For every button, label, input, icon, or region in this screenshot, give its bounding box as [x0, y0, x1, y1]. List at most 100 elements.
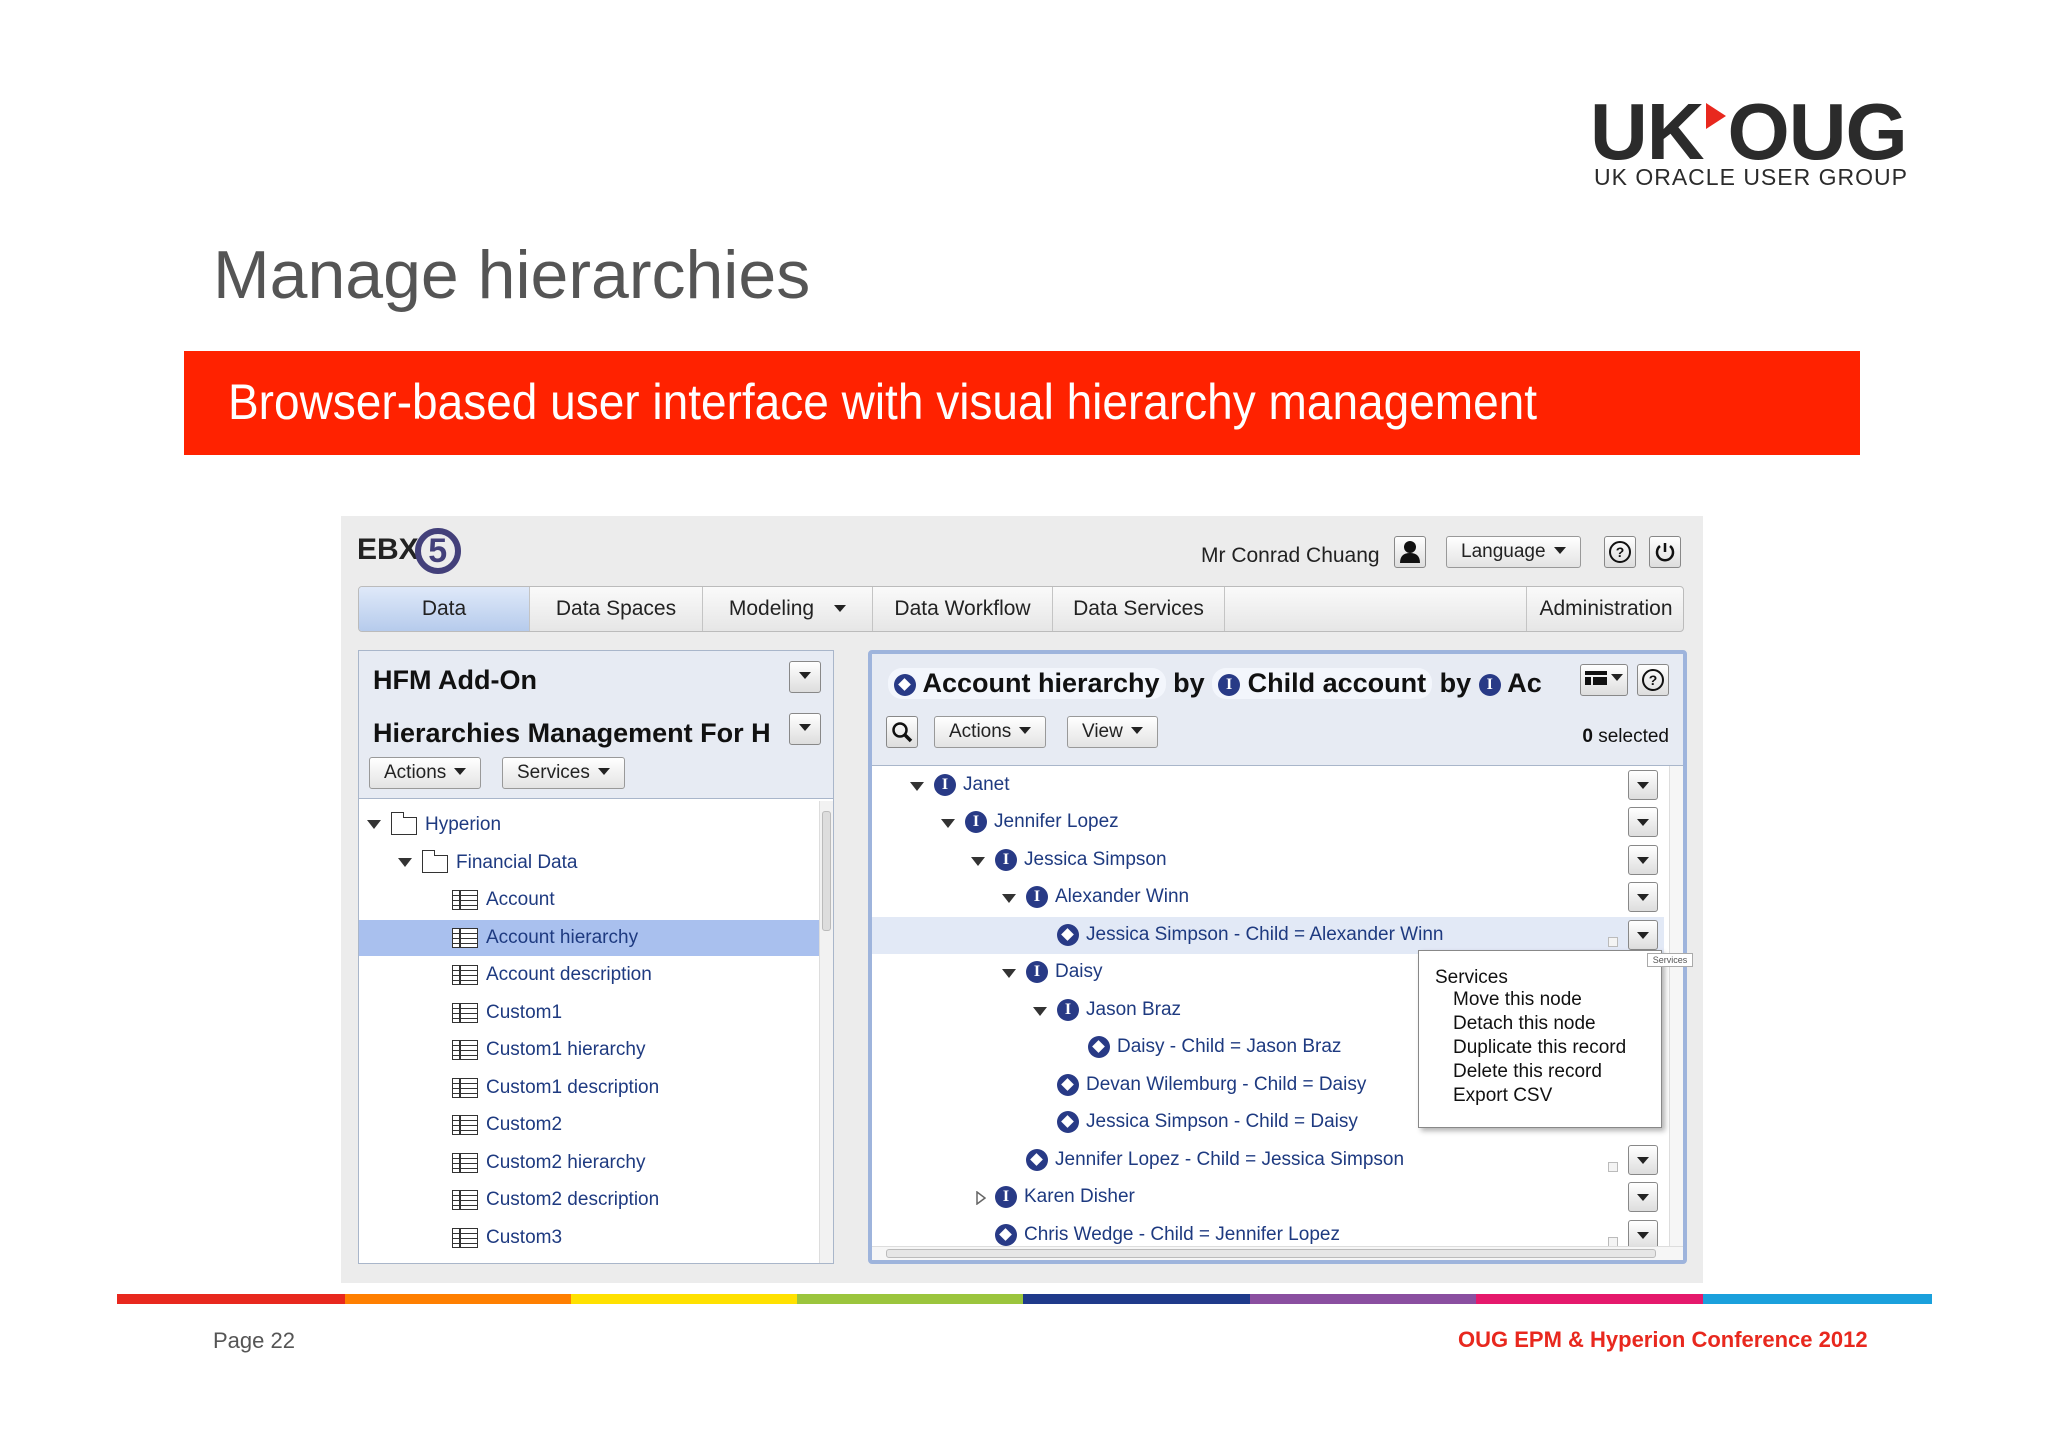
- collapse-arrow-icon[interactable]: [910, 782, 924, 791]
- collapse-arrow-icon[interactable]: [941, 819, 955, 828]
- tree-item-custom2-description[interactable]: Custom2 description: [359, 1182, 833, 1218]
- tree-item-account[interactable]: Account: [359, 882, 833, 918]
- slide: { "slide": { "logo_text_left": "UK", "lo…: [0, 0, 2048, 1447]
- menu-item-detach-node[interactable]: Detach this node: [1453, 1013, 1596, 1035]
- view-layout-dropdown[interactable]: [1580, 664, 1628, 696]
- hierarchy-level-icon: I: [934, 774, 956, 796]
- record-icon: [1057, 1074, 1079, 1096]
- hierarchy-header: Account hierarchy by I Child account by …: [872, 654, 1683, 766]
- expand-arrow-icon[interactable]: [976, 1191, 986, 1205]
- hierarchy-node-janet[interactable]: I Janet: [872, 767, 1664, 804]
- hierarchy-scrollbar[interactable]: [1669, 766, 1683, 1246]
- table-icon: [452, 1190, 478, 1210]
- expand-arrow-icon[interactable]: [398, 858, 412, 867]
- row-menu-button[interactable]: [1628, 845, 1658, 875]
- collapse-arrow-icon[interactable]: [1033, 1007, 1047, 1016]
- folder-icon: [390, 812, 417, 835]
- tab-modeling[interactable]: Modeling: [703, 587, 873, 631]
- row-menu-button[interactable]: [1628, 1145, 1658, 1175]
- hierarchy-level-icon: I: [1057, 999, 1079, 1021]
- footer-stripe: [1250, 1294, 1476, 1304]
- left-actions-menu[interactable]: Actions: [369, 757, 482, 789]
- language-dropdown[interactable]: Language: [1446, 536, 1581, 568]
- tree-item-hyperion[interactable]: Hyperion: [359, 807, 833, 843]
- tab-administration[interactable]: Administration: [1526, 587, 1683, 631]
- row-menu-button[interactable]: [1628, 807, 1658, 837]
- navigation-scroll-thumb[interactable]: [822, 811, 831, 931]
- table-icon: [452, 928, 478, 948]
- tree-item-custom2[interactable]: Custom2: [359, 1107, 833, 1143]
- hierarchy-node-alexander-winn[interactable]: I Alexander Winn: [872, 879, 1664, 916]
- hierarchy-node-jennifer-lopez[interactable]: I Jennifer Lopez: [872, 804, 1664, 841]
- tree-item-account-hierarchy[interactable]: Account hierarchy: [359, 920, 833, 956]
- search-button[interactable]: [886, 716, 918, 748]
- menu-item-export-csv[interactable]: Export CSV: [1453, 1085, 1552, 1107]
- hierarchy-node-karen-disher[interactable]: I Karen Disher: [872, 1179, 1664, 1216]
- tab-data-spaces[interactable]: Data Spaces: [530, 587, 703, 631]
- svg-text:?: ?: [1649, 672, 1658, 688]
- menu-item-duplicate-record[interactable]: Duplicate this record: [1453, 1037, 1626, 1059]
- hierarchy-level-icon: I: [1026, 886, 1048, 908]
- hierarchy-level-icon: I: [965, 811, 987, 833]
- tree-item-custom2-hierarchy[interactable]: Custom2 hierarchy: [359, 1145, 833, 1181]
- hierarchy-help-button[interactable]: ?: [1637, 664, 1669, 696]
- services-tooltip: Services: [1647, 953, 1693, 967]
- tree-item-financial-data[interactable]: Financial Data: [359, 845, 833, 881]
- dataset-title-dropdown[interactable]: [789, 713, 821, 745]
- tree-item-account-description[interactable]: Account description: [359, 957, 833, 993]
- hierarchy-breadcrumb-title: Account hierarchy by I Child account by …: [888, 668, 1628, 699]
- hierarchy-record-row[interactable]: Jessica Simpson - Child = Alexander Winn: [872, 917, 1664, 954]
- footer-stripe: [571, 1294, 797, 1304]
- hierarchy-level-icon: I: [995, 1186, 1017, 1208]
- hierarchy-horizontal-scrollbar[interactable]: [872, 1246, 1683, 1260]
- menu-item-move-node[interactable]: Move this node: [1453, 989, 1582, 1011]
- tree-item-custom1-hierarchy[interactable]: Custom1 hierarchy: [359, 1032, 833, 1068]
- footer-stripe: [1476, 1294, 1703, 1304]
- row-menu-button-active[interactable]: [1628, 920, 1658, 950]
- row-checkbox[interactable]: [1608, 937, 1618, 947]
- tab-data-workflow[interactable]: Data Workflow: [873, 587, 1053, 631]
- table-icon: [452, 1115, 478, 1135]
- breadcrumb-child-account[interactable]: I Child account: [1212, 668, 1433, 699]
- collapse-arrow-icon[interactable]: [1002, 894, 1016, 903]
- context-menu-title: Services: [1435, 967, 1508, 988]
- slide-title: Manage hierarchies: [213, 237, 811, 313]
- table-icon: [452, 890, 478, 910]
- user-profile-icon[interactable]: [1394, 536, 1426, 568]
- right-actions-menu[interactable]: Actions: [934, 716, 1047, 748]
- tab-data[interactable]: Data: [359, 587, 530, 631]
- hierarchy-level-icon: I: [1218, 673, 1241, 696]
- record-icon: [894, 673, 916, 696]
- logout-power-button[interactable]: [1649, 536, 1681, 568]
- svg-text:?: ?: [1616, 544, 1625, 560]
- row-menu-button[interactable]: [1628, 1182, 1658, 1212]
- expand-arrow-icon[interactable]: [367, 820, 381, 829]
- horizontal-scroll-thumb[interactable]: [886, 1249, 1656, 1258]
- footer-stripe: [1703, 1294, 1932, 1304]
- tree-item-custom1[interactable]: Custom1: [359, 995, 833, 1031]
- row-menu-button[interactable]: [1628, 770, 1658, 800]
- view-menu[interactable]: View: [1067, 716, 1158, 748]
- hierarchy-record-row[interactable]: Jennifer Lopez - Child = Jessica Simpson: [872, 1142, 1664, 1179]
- tree-item-custom1-description[interactable]: Custom1 description: [359, 1070, 833, 1106]
- row-menu-button[interactable]: [1628, 882, 1658, 912]
- breadcrumb-account-hierarchy[interactable]: Account hierarchy: [888, 668, 1166, 699]
- row-checkbox[interactable]: [1608, 1162, 1618, 1172]
- dataset-dropdown[interactable]: [789, 661, 821, 693]
- table-icon: [452, 965, 478, 985]
- menu-item-delete-record[interactable]: Delete this record: [1453, 1061, 1602, 1083]
- help-button[interactable]: ?: [1604, 536, 1636, 568]
- main-tab-bar: Data Data Spaces Modeling Data Workflow …: [358, 586, 1684, 632]
- tree-item-custom3[interactable]: Custom3: [359, 1220, 833, 1256]
- tab-data-services[interactable]: Data Services: [1053, 587, 1225, 631]
- collapse-arrow-icon[interactable]: [971, 857, 985, 866]
- record-icon: [995, 1224, 1017, 1246]
- ebx5-app-window: EBX 5 Mr Conrad Chuang Language ? Data Da…: [341, 516, 1703, 1283]
- logo-subtitle: UK ORACLE USER GROUP: [1594, 164, 1908, 190]
- hierarchy-node-jessica-simpson[interactable]: I Jessica Simpson: [872, 842, 1664, 879]
- navigation-panel: HFM Add-On Hierarchies Management For H …: [358, 650, 834, 1264]
- collapse-arrow-icon[interactable]: [1002, 969, 1016, 978]
- table-icon: [452, 1003, 478, 1023]
- left-services-menu[interactable]: Services: [502, 757, 625, 789]
- footer-stripe: [1023, 1294, 1250, 1304]
